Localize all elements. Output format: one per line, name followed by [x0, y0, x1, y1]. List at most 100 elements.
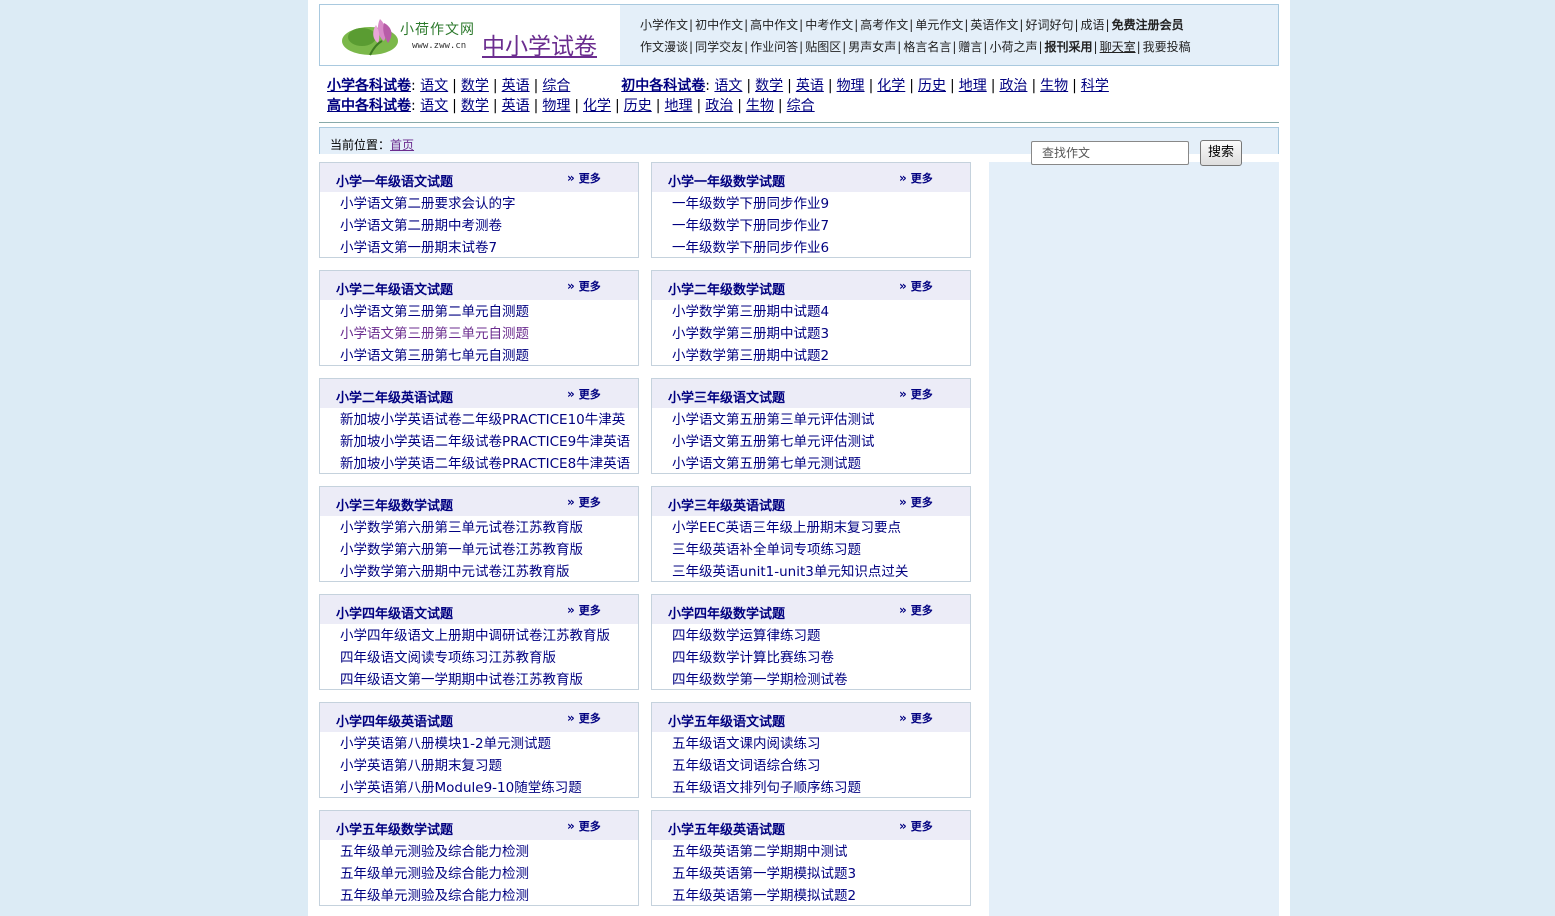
article-link[interactable]: 五年级单元测验及综合能力检测	[340, 888, 529, 904]
article-link[interactable]: 五年级单元测验及综合能力检测	[340, 844, 529, 860]
article-link[interactable]: 四年级语文阅读专项练习江苏教育版	[340, 650, 556, 666]
article-link[interactable]: 五年级英语第一学期模拟试题3	[672, 866, 856, 882]
subject-link[interactable]: 语文	[714, 78, 742, 94]
subject-link[interactable]: 语文	[420, 98, 448, 114]
article-link[interactable]: 小学英语第八册期末复习题	[340, 758, 502, 774]
article-link[interactable]: 小学语文第三册第三单元自测题	[340, 326, 529, 342]
site-title[interactable]: 中小学试卷	[482, 27, 597, 61]
more-link[interactable]: » 更多	[567, 278, 601, 294]
subject-link[interactable]: 物理	[542, 98, 570, 114]
article-link[interactable]: 小学语文第二册期中考测卷	[340, 218, 502, 234]
more-link[interactable]: » 更多	[899, 278, 933, 294]
subject-link[interactable]: 语文	[420, 78, 448, 94]
more-link[interactable]: » 更多	[567, 710, 601, 726]
article-link[interactable]: 新加坡小学英语试卷二年级PRACTICE10牛津英	[340, 412, 625, 428]
subject-link[interactable]: 英语	[502, 78, 530, 94]
article-link[interactable]: 一年级数学下册同步作业9	[672, 196, 829, 212]
top-nav-link[interactable]: 作文漫谈	[640, 40, 688, 54]
article-link[interactable]: 四年级数学计算比赛练习卷	[672, 650, 834, 666]
article-link[interactable]: 小学四年级语文上册期中调研试卷江苏教育版	[340, 628, 610, 644]
article-link[interactable]: 小学语文第五册第七单元测试题	[672, 456, 861, 472]
top-nav-link[interactable]: 好词好句	[1025, 18, 1073, 32]
search-button[interactable]: 搜索	[1200, 140, 1242, 166]
search-input[interactable]: 查找作文	[1031, 141, 1189, 165]
article-link[interactable]: 小学语文第一册期末试卷7	[340, 240, 497, 256]
more-link[interactable]: » 更多	[899, 602, 933, 618]
article-link[interactable]: 小学数学第六册期中元试卷江苏教育版	[340, 564, 570, 580]
article-link[interactable]: 小学EEC英语三年级上册期末复习要点	[672, 520, 901, 536]
article-link[interactable]: 四年级语文第一学期期中试卷江苏教育版	[340, 672, 583, 688]
article-link[interactable]: 四年级数学第一学期检测试卷	[672, 672, 848, 688]
subject-link[interactable]: 政治	[999, 78, 1027, 94]
article-link[interactable]: 三年级英语unit1-unit3单元知识点过关	[672, 564, 908, 580]
article-link[interactable]: 五年级语文排列句子顺序练习题	[672, 780, 861, 796]
article-link[interactable]: 小学语文第五册第七单元评估测试	[672, 434, 875, 450]
more-link[interactable]: » 更多	[567, 386, 601, 402]
article-link[interactable]: 五年级单元测验及综合能力检测	[340, 866, 529, 882]
top-nav-link[interactable]: 聊天室	[1100, 40, 1136, 54]
top-nav-link[interactable]: 英语作文	[970, 18, 1018, 32]
article-link[interactable]: 四年级数学运算律练习题	[672, 628, 821, 644]
subject-link[interactable]: 地理	[664, 98, 692, 114]
top-nav-link[interactable]: 贴图区	[805, 40, 841, 54]
article-link[interactable]: 一年级数学下册同步作业7	[672, 218, 829, 234]
top-nav-link[interactable]: 初中作文	[695, 18, 743, 32]
top-nav-link[interactable]: 赠言	[958, 40, 982, 54]
logo-area[interactable]: 小荷作文网 www.zww.cn 中小学试卷	[320, 5, 620, 65]
article-link[interactable]: 五年级语文课内阅读练习	[672, 736, 821, 752]
top-nav-link[interactable]: 中考作文	[805, 18, 853, 32]
more-link[interactable]: » 更多	[567, 602, 601, 618]
article-link[interactable]: 五年级语文词语综合练习	[672, 758, 821, 774]
article-link[interactable]: 新加坡小学英语二年级试卷PRACTICE9牛津英语	[340, 434, 630, 450]
subject-link[interactable]: 物理	[837, 78, 865, 94]
top-nav-link[interactable]: 我要投稿	[1143, 40, 1191, 54]
more-link[interactable]: » 更多	[899, 818, 933, 834]
subject-link[interactable]: 历史	[624, 98, 652, 114]
top-nav-link[interactable]: 成语	[1081, 18, 1105, 32]
article-link[interactable]: 小学数学第三册期中试题2	[672, 348, 829, 364]
subject-link[interactable]: 英语	[502, 98, 530, 114]
article-link[interactable]: 五年级英语第一学期模拟试题2	[672, 888, 856, 904]
top-nav-link[interactable]: 男声女声	[848, 40, 896, 54]
top-nav-link[interactable]: 小学作文	[640, 18, 688, 32]
top-nav-link[interactable]: 免费注册会员	[1112, 18, 1184, 32]
top-nav-link[interactable]: 同学交友	[695, 40, 743, 54]
subject-link[interactable]: 化学	[583, 98, 611, 114]
article-link[interactable]: 小学数学第六册第三单元试卷江苏教育版	[340, 520, 583, 536]
article-link[interactable]: 小学数学第六册第一单元试卷江苏教育版	[340, 542, 583, 558]
article-link[interactable]: 新加坡小学英语二年级试卷PRACTICE8牛津英语	[340, 456, 630, 472]
top-nav-link[interactable]: 高考作文	[860, 18, 908, 32]
subject-link[interactable]: 数学	[461, 98, 489, 114]
more-link[interactable]: » 更多	[567, 494, 601, 510]
subject-link[interactable]: 综合	[787, 98, 815, 114]
more-link[interactable]: » 更多	[899, 710, 933, 726]
article-link[interactable]: 小学英语第八册Module9-10随堂练习题	[340, 780, 582, 796]
subject-link[interactable]: 地理	[959, 78, 987, 94]
more-link[interactable]: » 更多	[899, 170, 933, 186]
top-nav-link[interactable]: 报刊采用	[1045, 40, 1093, 54]
top-nav-link[interactable]: 作业问答	[750, 40, 798, 54]
more-link[interactable]: » 更多	[567, 818, 601, 834]
top-nav-link[interactable]: 小荷之声	[989, 40, 1037, 54]
junior-subjects-label[interactable]: 初中各科试卷	[621, 78, 705, 94]
more-link[interactable]: » 更多	[567, 170, 601, 186]
top-nav-link[interactable]: 高中作文	[750, 18, 798, 32]
primary-subjects-label[interactable]: 小学各科试卷	[327, 78, 411, 94]
article-link[interactable]: 五年级英语第二学期期中测试	[672, 844, 848, 860]
article-link[interactable]: 小学语文第三册第二单元自测题	[340, 304, 529, 320]
subject-link[interactable]: 综合	[542, 78, 570, 94]
top-nav-link[interactable]: 格言名言	[903, 40, 951, 54]
top-nav-link[interactable]: 单元作文	[915, 18, 963, 32]
article-link[interactable]: 小学数学第三册期中试题4	[672, 304, 829, 320]
subject-link[interactable]: 生物	[746, 98, 774, 114]
article-link[interactable]: 小学语文第三册第七单元自测题	[340, 348, 529, 364]
subject-link[interactable]: 化学	[877, 78, 905, 94]
subject-link[interactable]: 生物	[1040, 78, 1068, 94]
subject-link[interactable]: 历史	[918, 78, 946, 94]
article-link[interactable]: 小学英语第八册模块1-2单元测试题	[340, 736, 551, 752]
more-link[interactable]: » 更多	[899, 494, 933, 510]
subject-link[interactable]: 英语	[796, 78, 824, 94]
subject-link[interactable]: 科学	[1081, 78, 1109, 94]
subject-link[interactable]: 政治	[705, 98, 733, 114]
subject-link[interactable]: 数学	[755, 78, 783, 94]
